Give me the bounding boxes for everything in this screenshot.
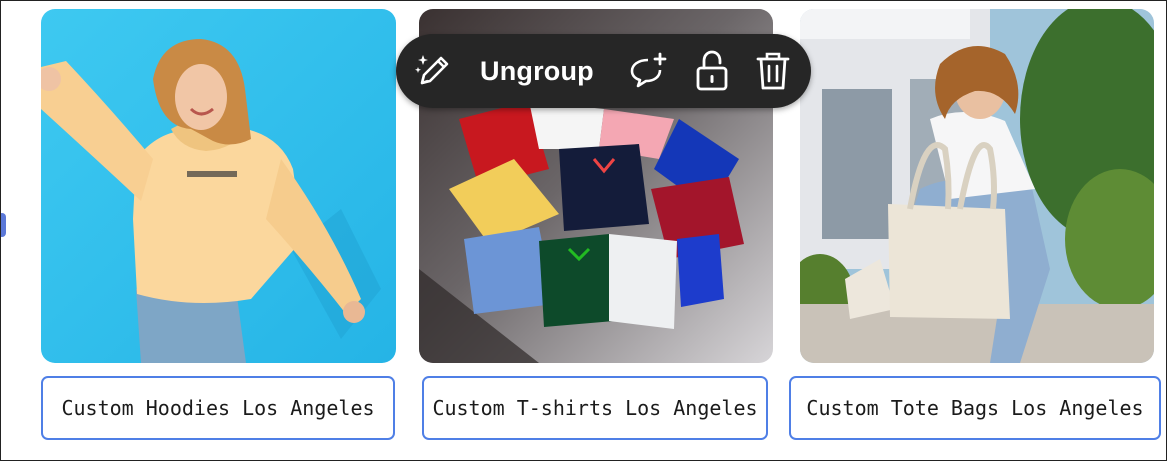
lock-button[interactable] xyxy=(694,49,730,93)
add-comment-button[interactable] xyxy=(626,51,670,91)
magic-pencil-icon xyxy=(415,55,449,85)
lock-icon xyxy=(696,50,728,91)
trash-icon xyxy=(756,52,790,90)
caption-hoodies[interactable]: Custom Hoodies Los Angeles xyxy=(41,376,395,440)
caption-tote-bags[interactable]: Custom Tote Bags Los Angeles xyxy=(789,376,1161,440)
delete-button[interactable] xyxy=(755,49,791,93)
tote-bag-image[interactable] xyxy=(800,9,1154,363)
hoodie-image[interactable] xyxy=(41,9,396,363)
ungroup-button[interactable]: Ungroup xyxy=(480,51,594,91)
magic-edit-button[interactable] xyxy=(414,51,454,91)
resize-handle[interactable] xyxy=(1,213,6,237)
canvas-frame: Ungroup Custom Hoodies Los Angeles Custo… xyxy=(0,0,1167,461)
floating-toolbar: Ungroup xyxy=(396,34,811,108)
caption-tshirts[interactable]: Custom T-shirts Los Angeles xyxy=(422,376,768,440)
comment-add-icon xyxy=(630,52,667,88)
